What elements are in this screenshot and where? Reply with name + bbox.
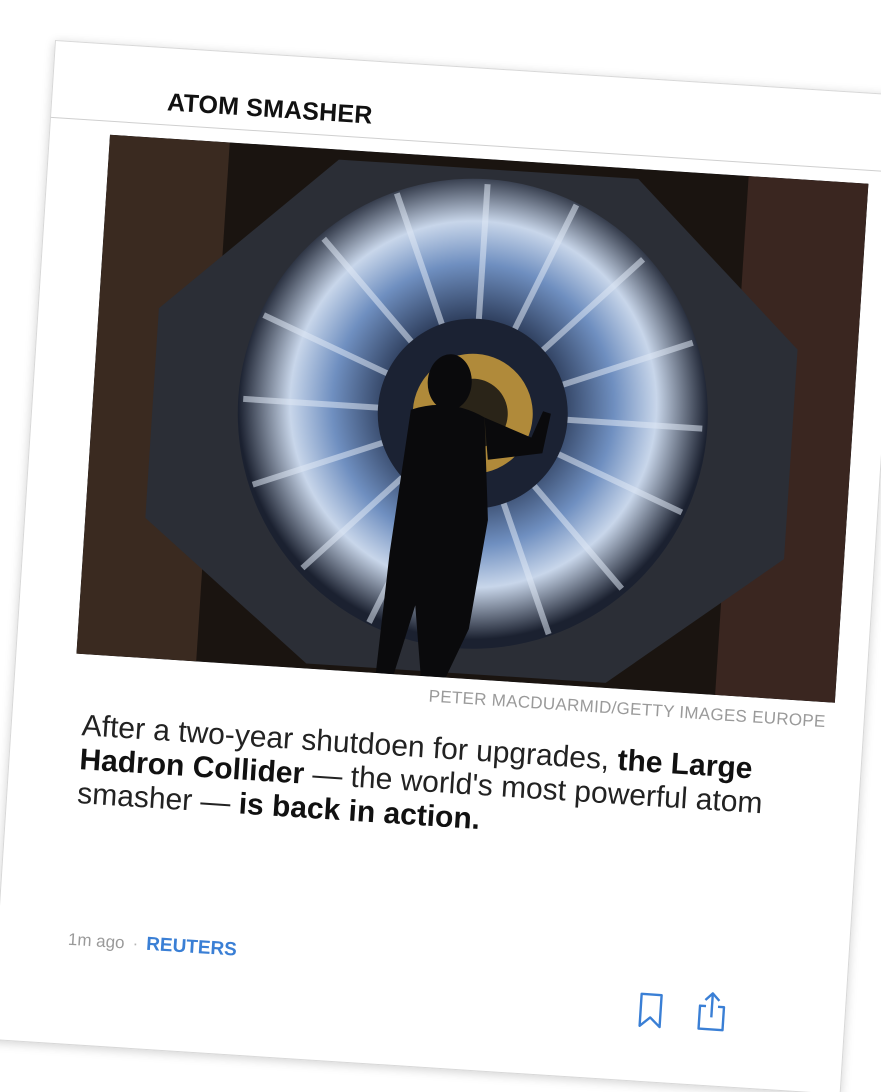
news-card[interactable]: ATOM SMASHER PETER MACDUARMID/GETTY IMAG…	[0, 40, 881, 1092]
timestamp: 1m ago	[67, 929, 126, 953]
article-summary[interactable]: After a two-year shutdoen for upgrades, …	[76, 709, 771, 855]
share-icon[interactable]	[694, 989, 728, 1032]
card-title: ATOM SMASHER	[166, 88, 374, 130]
article-photo[interactable]	[76, 134, 869, 703]
collider-photo-illustration	[76, 134, 869, 703]
screen: ATOM SMASHER PETER MACDUARMID/GETTY IMAG…	[0, 0, 881, 1092]
meta-separator: ·	[131, 933, 139, 954]
source-link[interactable]: REUTERS	[146, 934, 238, 961]
article-meta: 1m ago · REUTERS	[67, 929, 237, 962]
bookmark-icon[interactable]	[633, 990, 667, 1030]
